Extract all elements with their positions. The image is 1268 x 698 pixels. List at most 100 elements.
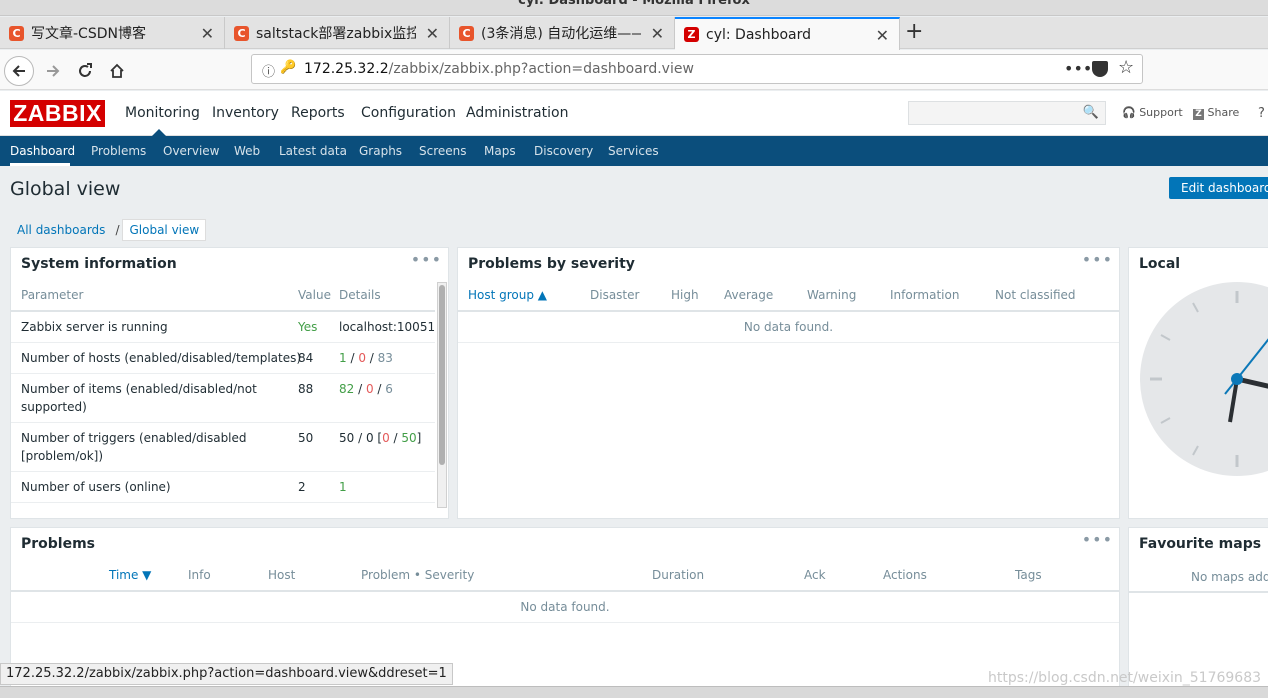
widget-title: Problems [21, 536, 96, 552]
col-not-classified: Not classified [995, 288, 1076, 302]
submenu-graphs[interactable]: Graphs [359, 144, 402, 158]
edit-dashboard-button[interactable]: Edit dashboard [1169, 177, 1268, 199]
col-information: Information [890, 288, 960, 302]
close-icon[interactable]: ✕ [201, 24, 214, 43]
close-icon[interactable]: ✕ [651, 24, 664, 43]
submenu-discovery[interactable]: Discovery [534, 144, 593, 158]
header-divider [11, 590, 1119, 592]
widget-system-information: System information ••• Parameter Value D… [10, 247, 449, 519]
row-divider [11, 373, 435, 374]
home-button[interactable] [102, 56, 132, 86]
row-divider [458, 342, 1119, 343]
menu-configuration[interactable]: Configuration [361, 105, 456, 121]
menu-reports[interactable]: Reports [291, 105, 345, 121]
widget-menu-icon[interactable]: ••• [411, 250, 442, 269]
col-warning: Warning [807, 288, 857, 302]
breadcrumb-separator: / [115, 223, 120, 237]
new-tab-icon[interactable]: + [905, 19, 923, 44]
url-host: 172.25.32.2 [304, 61, 389, 77]
csdn-favicon-icon: C [9, 25, 24, 41]
home-icon [110, 63, 124, 78]
col-parameter: Parameter [21, 288, 84, 302]
navigation-bar: ⓘ 🔑 172.25.32.2/zabbix/zabbix.php?action… [0, 50, 1268, 90]
col-host-group[interactable]: Host group ▲ [468, 288, 547, 302]
submenu-dashboard[interactable]: Dashboard [10, 144, 75, 158]
reload-button[interactable] [70, 56, 100, 86]
widget-menu-icon[interactable]: ••• [1082, 250, 1113, 269]
scrollbar-thumb[interactable] [439, 285, 445, 465]
bookmark-star-icon[interactable]: ☆ [1118, 57, 1134, 78]
submenu-screens[interactable]: Screens [419, 144, 467, 158]
help-link[interactable]: ? [1258, 106, 1265, 121]
csdn-favicon-icon: C [459, 25, 474, 41]
close-icon[interactable]: ✕ [426, 24, 439, 43]
menu-inventory[interactable]: Inventory [212, 105, 279, 121]
link-status-bar: 172.25.32.2/zabbix/zabbix.php?action=das… [0, 663, 453, 685]
menu-monitoring[interactable]: Monitoring [125, 105, 200, 121]
col-duration: Duration [652, 568, 705, 582]
info-icon[interactable]: ⓘ [262, 61, 275, 80]
widget-title: Favourite maps [1139, 536, 1262, 552]
menu-administration[interactable]: Administration [466, 105, 568, 121]
search-icon[interactable]: 🔍 [1083, 105, 1099, 120]
key-icon: 🔑 [280, 60, 297, 75]
row-divider [11, 471, 435, 472]
col-host: Host [268, 568, 296, 582]
col-high: High [671, 288, 699, 302]
submenu-bar: Dashboard Problems Overview Web Latest d… [0, 136, 1268, 166]
arrow-right-icon [47, 65, 60, 77]
page-title: Global view [10, 178, 121, 200]
pocket-icon[interactable] [1092, 61, 1108, 77]
row-divider [11, 502, 435, 503]
csdn-favicon-icon: C [234, 25, 249, 41]
zabbix-logo[interactable]: ZABBIX [10, 100, 105, 127]
active-menu-indicator [152, 129, 166, 136]
col-disaster: Disaster [590, 288, 640, 302]
watermark-text: https://blog.csdn.net/weixin_51769683 [988, 670, 1262, 686]
active-submenu-underline [10, 163, 70, 166]
widget-local-clock: Local [1128, 247, 1268, 519]
submenu-services[interactable]: Services [608, 144, 659, 158]
tab-strip: C 写文章-CSDN博客 ✕ C saltstack部署zabbix监控平 ✕ … [0, 17, 1268, 50]
browser-tab-4[interactable]: Z cyl: Dashboard ✕ [675, 17, 900, 50]
search-input[interactable]: 🔍 [908, 101, 1106, 125]
zabbix-header: ZABBIX Monitoring Inventory Reports Conf… [0, 91, 1268, 136]
breadcrumb-global-view[interactable]: Global view [122, 219, 207, 241]
col-ack: Ack [804, 568, 826, 582]
header-divider [1129, 591, 1268, 593]
back-button[interactable] [4, 56, 34, 86]
widget-title: Local [1139, 256, 1181, 272]
no-data-message: No data found. [743, 320, 834, 334]
headset-icon: 🎧 [1122, 106, 1136, 119]
url-text[interactable]: 172.25.32.2/zabbix/zabbix.php?action=das… [304, 61, 694, 77]
breadcrumb-all-dashboards[interactable]: All dashboards [10, 223, 112, 237]
tab-label: (3条消息) 自动化运维—— [481, 26, 641, 42]
browser-tab-3[interactable]: C (3条消息) 自动化运维—— ✕ [450, 17, 675, 49]
browser-tab-2[interactable]: C saltstack部署zabbix监控平 ✕ [225, 17, 450, 49]
scrollbar[interactable] [437, 282, 447, 508]
browser-tab-1[interactable]: C 写文章-CSDN博客 ✕ [0, 17, 225, 49]
zabbix-favicon-icon: Z [684, 27, 699, 42]
share-link[interactable]: Z Share [1193, 106, 1239, 120]
submenu-web[interactable]: Web [234, 144, 260, 158]
col-time[interactable]: Time ▼ [109, 568, 151, 582]
col-details: Details [339, 288, 381, 302]
tab-label: saltstack部署zabbix监控平 [256, 26, 416, 42]
col-average: Average [724, 288, 774, 302]
forward-button[interactable] [38, 56, 68, 86]
submenu-problems[interactable]: Problems [91, 144, 146, 158]
row-divider [11, 342, 435, 343]
no-data-message: No data found. [520, 600, 610, 614]
support-link[interactable]: 🎧 Support [1122, 106, 1183, 119]
header-divider [11, 310, 435, 312]
submenu-latest-data[interactable]: Latest data [279, 144, 347, 158]
col-actions: Actions [883, 568, 927, 582]
url-bar[interactable]: ⓘ 🔑 172.25.32.2/zabbix/zabbix.php?action… [251, 54, 1143, 84]
submenu-maps[interactable]: Maps [484, 144, 516, 158]
share-icon: Z [1193, 109, 1204, 120]
tab-label: cyl: Dashboard [706, 26, 811, 43]
close-icon[interactable]: ✕ [876, 26, 889, 45]
more-actions-icon[interactable]: ••• [1064, 59, 1092, 78]
submenu-overview[interactable]: Overview [163, 144, 220, 158]
widget-menu-icon[interactable]: ••• [1082, 530, 1113, 549]
